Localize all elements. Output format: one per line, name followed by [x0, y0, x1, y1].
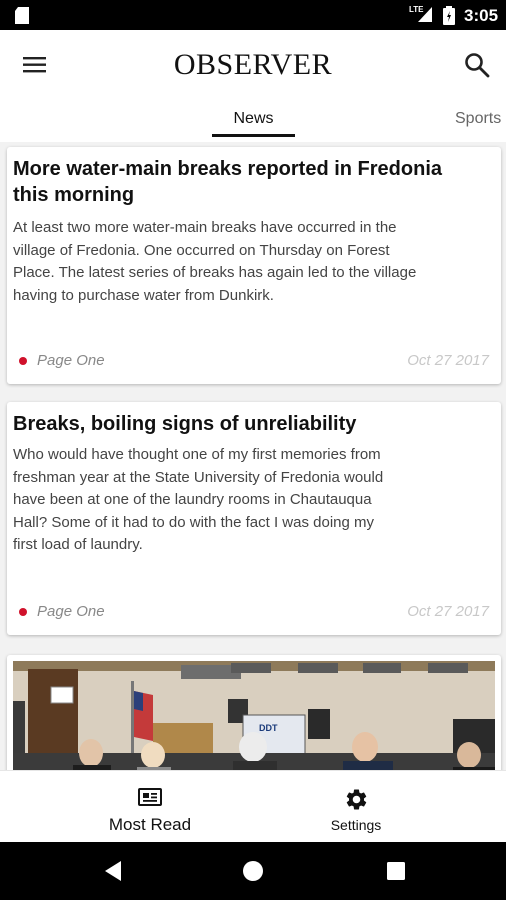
tab-indicator [212, 134, 295, 137]
tab-news[interactable]: News [212, 110, 295, 128]
article-summary: Who would have thought one of my first m… [13, 444, 491, 557]
article-card[interactable]: Breaks, boiling signs of unreliability W… [7, 402, 501, 635]
nav-settings[interactable]: Settings [253, 771, 506, 843]
summary-line: Who would have thought one of my first m… [13, 446, 381, 463]
gear-icon [346, 789, 367, 810]
status-bar: LTE 3:05 [0, 0, 506, 30]
article-summary: At least two more water-main breaks have… [13, 217, 491, 307]
recents-icon[interactable] [386, 861, 406, 881]
app-bar: OBSERVER [0, 30, 506, 98]
article-date: Oct 27 2017 [407, 352, 489, 369]
battery-icon [443, 6, 455, 25]
section-dot-icon [19, 608, 27, 616]
summary-line: Hall? Some of it had to do with the fact… [13, 513, 375, 531]
sd-card-icon [15, 7, 29, 24]
search-icon[interactable] [463, 51, 491, 79]
summary-line: At least two more water-main breaks have… [13, 219, 397, 236]
signal-icon [418, 7, 432, 22]
newspaper-icon [138, 788, 162, 806]
article-title: Breaks, boiling signs of unreliability [13, 413, 357, 435]
home-icon[interactable] [242, 860, 264, 882]
app-title: OBSERVER [173, 48, 333, 81]
section-tabs: News Sports [0, 98, 506, 142]
section-dot-icon [19, 357, 27, 365]
article-section: Page One [37, 352, 105, 369]
article-meta: Page One Oct 27 2017 [19, 352, 489, 370]
summary-line: first load of laundry. [13, 536, 143, 553]
article-card[interactable]: DDT [7, 655, 501, 770]
nav-most-read[interactable]: Most Read [0, 771, 253, 843]
article-card[interactable]: More water-main breaks reported in Fredo… [7, 147, 501, 384]
tab-sports[interactable]: Sports [455, 110, 501, 128]
system-navigation-bar [0, 842, 506, 900]
nav-settings-label: Settings [330, 817, 382, 833]
svg-text:DDT: DDT [259, 723, 278, 733]
article-section: Page One [37, 603, 105, 620]
summary-line: have been at one of the laundry rooms in… [13, 491, 372, 508]
article-title: More water-main breaks reported in Fredo… [13, 158, 442, 206]
article-meta: Page One Oct 27 2017 [19, 603, 489, 621]
summary-line: Place. The latest series of breaks has a… [13, 264, 417, 281]
article-feed[interactable]: More water-main breaks reported in Fredo… [0, 142, 506, 770]
back-icon[interactable] [103, 860, 123, 882]
summary-line: freshman year at the State University of… [13, 468, 384, 486]
summary-line: village of Fredonia. One occurred on Thu… [13, 241, 390, 259]
summary-line: having to purchase water from Dunkirk. [13, 286, 274, 304]
status-time: 3:05 [464, 6, 499, 25]
meeting-photo: DDT [13, 661, 495, 770]
article-date: Oct 27 2017 [407, 603, 489, 620]
bottom-navigation: Most Read Settings [0, 770, 506, 842]
